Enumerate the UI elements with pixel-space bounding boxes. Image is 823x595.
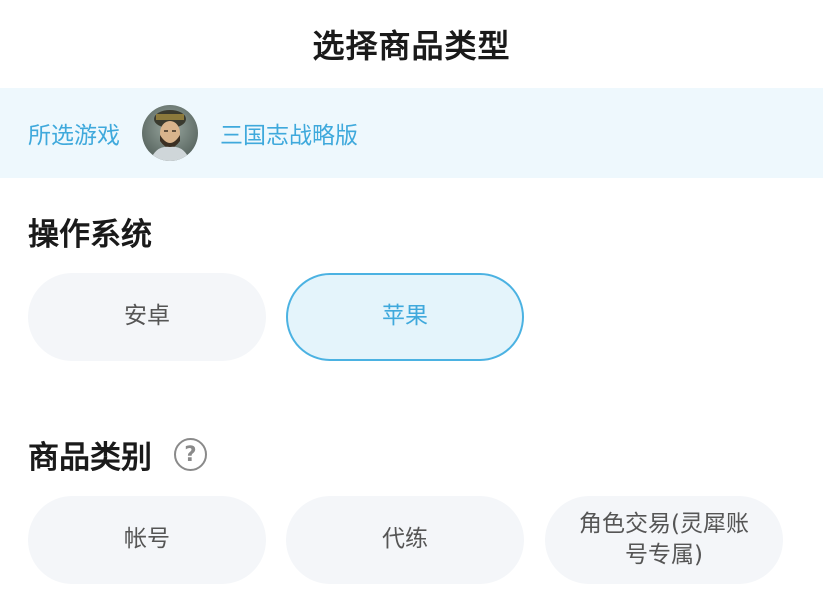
category-section-label: 商品类别: [28, 440, 152, 476]
selected-game-bar[interactable]: 所选游戏 三国志战略版: [0, 88, 823, 178]
category-option-boosting[interactable]: 代练: [286, 496, 524, 584]
header: 选择商品类型: [0, 0, 823, 88]
game-avatar: [142, 105, 198, 161]
category-option-role-trade-label: 角色交易(灵犀账号专属): [579, 510, 749, 568]
os-section-title: 操作系统: [28, 209, 152, 254]
os-option-android[interactable]: 安卓: [28, 273, 266, 361]
category-section-title: 商品类别 ?: [28, 432, 207, 477]
selected-game-label: 所选游戏: [28, 123, 120, 149]
question-circle-icon[interactable]: ?: [174, 438, 207, 471]
selected-game-name: 三国志战略版: [220, 123, 358, 149]
page-title: 选择商品类型: [312, 27, 511, 65]
os-option-apple[interactable]: 苹果: [286, 273, 524, 361]
os-section-label: 操作系统: [28, 217, 152, 253]
product-type-page: 选择商品类型 所选游戏 三国志战略版 操作系统 安卓 苹果 商品类别 ? 帐号 …: [0, 0, 823, 595]
category-option-role-trade[interactable]: 角色交易(灵犀账号专属): [545, 496, 783, 584]
category-option-account[interactable]: 帐号: [28, 496, 266, 584]
